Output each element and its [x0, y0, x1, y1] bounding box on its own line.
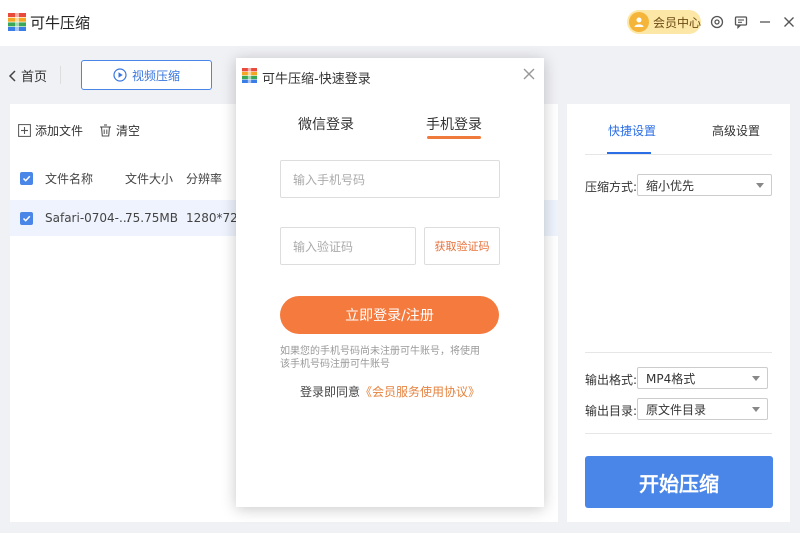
- vip-avatar-icon: [629, 12, 649, 32]
- register-note-line: 该手机号码注册可牛账号: [280, 359, 390, 370]
- output-dir-value: 原文件目录: [646, 402, 707, 417]
- chevron-left-icon: [8, 69, 16, 82]
- add-file-label: 添加文件: [35, 124, 84, 138]
- tab-advanced-settings[interactable]: 高级设置: [712, 122, 760, 139]
- app-title: 可牛压缩: [30, 14, 91, 32]
- chevron-down-icon: [752, 376, 760, 381]
- get-code-button[interactable]: 获取验证码: [424, 227, 500, 265]
- phone-input-placeholder: 输入手机号码: [293, 172, 366, 187]
- quick-login-dialog: 可牛压缩-快速登录 微信登录 手机登录 输入手机号码 输入验证码 获取验证码 立…: [236, 58, 544, 507]
- close-icon[interactable]: [779, 12, 799, 32]
- agreement-prefix: 登录即同意: [299, 385, 360, 399]
- chevron-down-icon: [752, 407, 760, 412]
- toolbar-divider: [60, 66, 61, 84]
- app-logo-icon: [8, 13, 26, 31]
- dialog-title: 可牛压缩-快速登录: [262, 72, 371, 87]
- trash-icon: [100, 124, 111, 137]
- column-header-resolution: 分辨率: [186, 171, 223, 186]
- select-all-checkbox[interactable]: [20, 172, 33, 185]
- vip-center-button[interactable]: 会员中心: [627, 10, 701, 34]
- file-name-cell: Safari-0704-...: [45, 211, 131, 225]
- column-header-size: 文件大小: [125, 171, 174, 186]
- verify-code-input[interactable]: 输入验证码: [280, 227, 416, 265]
- row-checkbox[interactable]: [20, 212, 33, 225]
- output-format-select[interactable]: MP4格式: [637, 367, 768, 389]
- chevron-down-icon: [756, 183, 764, 188]
- section-divider: [585, 433, 772, 434]
- plus-icon: [18, 124, 31, 137]
- login-register-button[interactable]: 立即登录/注册: [280, 296, 499, 334]
- agreement-text: 登录即同意《会员服务使用协议》: [236, 383, 544, 400]
- tab-wechat-login[interactable]: 微信登录: [298, 114, 354, 134]
- file-size-cell: 75.75MB: [125, 211, 178, 225]
- register-note-line: 如果您的手机号码尚未注册可牛账号，将使用: [280, 346, 480, 357]
- check-icon: [22, 215, 31, 222]
- add-file-button[interactable]: 添加文件: [18, 122, 83, 139]
- active-tab-indicator: [427, 136, 481, 139]
- minimize-icon[interactable]: [755, 12, 775, 32]
- vip-center-label: 会员中心: [653, 15, 702, 30]
- start-compress-button[interactable]: 开始压缩: [585, 456, 773, 508]
- output-dir-select[interactable]: 原文件目录: [637, 398, 768, 420]
- verify-code-placeholder: 输入验证码: [293, 239, 354, 254]
- title-bar: 可牛压缩 会员中心: [0, 0, 800, 46]
- compress-mode-value: 缩小优先: [646, 178, 695, 193]
- feedback-icon[interactable]: [731, 12, 751, 32]
- agreement-link[interactable]: 《会员服务使用协议》: [360, 385, 480, 399]
- compress-mode-select[interactable]: 缩小优先: [637, 174, 772, 196]
- phone-input[interactable]: 输入手机号码: [280, 160, 500, 198]
- register-note: 如果您的手机号码尚未注册可牛账号，将使用 该手机号码注册可牛账号: [280, 345, 512, 371]
- video-compress-label: 视频压缩: [131, 68, 180, 83]
- output-dir-label: 输出目录:: [585, 404, 638, 418]
- settings-icon[interactable]: [707, 12, 727, 32]
- column-header-name: 文件名称: [45, 171, 94, 186]
- settings-panel: 快捷设置 高级设置 压缩方式: 缩小优先 输出格式: MP4格式 输出目录: 原…: [567, 104, 790, 522]
- section-divider: [585, 352, 772, 353]
- clear-button[interactable]: 清空: [99, 122, 140, 139]
- output-format-label: 输出格式:: [585, 373, 638, 387]
- clear-label: 清空: [116, 124, 141, 138]
- check-icon: [22, 175, 31, 182]
- tab-quick-settings[interactable]: 快捷设置: [608, 122, 656, 139]
- tab-phone-login[interactable]: 手机登录: [426, 114, 482, 134]
- app-logo-icon: [242, 68, 257, 83]
- back-home-label: 首页: [21, 70, 48, 85]
- play-circle-icon: [113, 68, 127, 82]
- dialog-close-icon[interactable]: [521, 66, 537, 82]
- back-home-link[interactable]: 首页: [8, 66, 47, 85]
- video-compress-button[interactable]: 视频压缩: [81, 60, 212, 90]
- tab-divider: [585, 154, 772, 155]
- compress-mode-label: 压缩方式:: [585, 180, 638, 194]
- output-format-value: MP4格式: [646, 371, 696, 386]
